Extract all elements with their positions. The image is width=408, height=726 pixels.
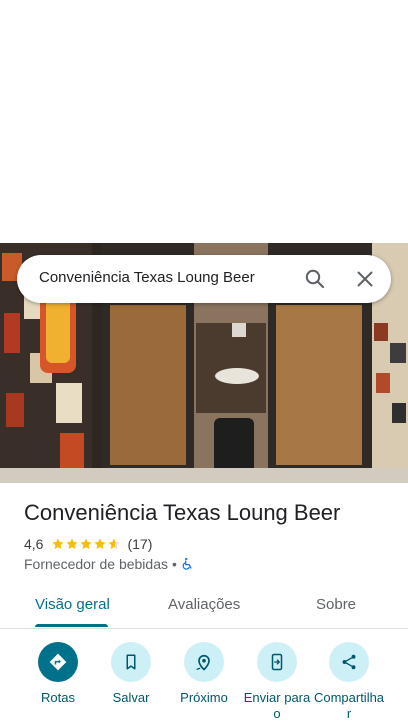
separator-dot: • — [172, 556, 177, 572]
directions-label: Rotas — [41, 690, 75, 705]
active-tab-indicator — [35, 624, 108, 627]
share-icon[interactable] — [329, 642, 369, 682]
directions-button[interactable]: Rotas — [18, 640, 98, 706]
share-label: Compartilhar — [313, 690, 385, 721]
nearby-label: Próximo — [180, 690, 228, 705]
close-icon[interactable] — [353, 267, 377, 291]
send-to-phone-icon[interactable] — [257, 642, 297, 682]
place-title: Conveniência Texas Loung Beer — [24, 500, 341, 525]
category-row: Fornecedor de bebidas • — [24, 556, 195, 572]
star-icon — [66, 538, 79, 550]
rating-stars — [51, 537, 121, 551]
directions-icon[interactable] — [38, 642, 78, 682]
share-button[interactable]: Compartilhar — [309, 640, 389, 722]
star-icon — [94, 538, 107, 550]
half-star-icon — [108, 538, 121, 550]
rating-value: 4,6 — [24, 536, 44, 552]
save-button[interactable]: Salvar — [91, 640, 171, 706]
action-buttons: Rotas Salvar Próximo Enviar para o Compa… — [0, 640, 408, 726]
star-icon — [52, 538, 65, 550]
review-count[interactable]: (17) — [127, 536, 152, 552]
tab-bar: Visão geral Avaliações Sobre — [0, 582, 408, 629]
bookmark-icon[interactable] — [111, 642, 151, 682]
save-label: Salvar — [112, 690, 150, 705]
nearby-icon[interactable] — [184, 642, 224, 682]
wheelchair-accessible-icon — [181, 557, 195, 571]
tab-about[interactable]: Sobre — [316, 596, 356, 613]
search-query[interactable]: Conveniência Texas Loung Beer — [39, 269, 255, 286]
search-bar[interactable]: Conveniência Texas Loung Beer — [17, 255, 391, 303]
place-category: Fornecedor de bebidas — [24, 556, 168, 572]
tab-reviews[interactable]: Avaliações — [168, 596, 240, 613]
send-to-phone-label: Enviar para o — [243, 690, 311, 721]
send-to-phone-button[interactable]: Enviar para o — [237, 640, 317, 722]
star-icon — [80, 538, 93, 550]
search-icon[interactable] — [303, 267, 327, 291]
nearby-button[interactable]: Próximo — [164, 640, 244, 706]
rating-row[interactable]: 4,6 (17) — [24, 536, 152, 552]
tab-overview[interactable]: Visão geral — [35, 596, 110, 613]
